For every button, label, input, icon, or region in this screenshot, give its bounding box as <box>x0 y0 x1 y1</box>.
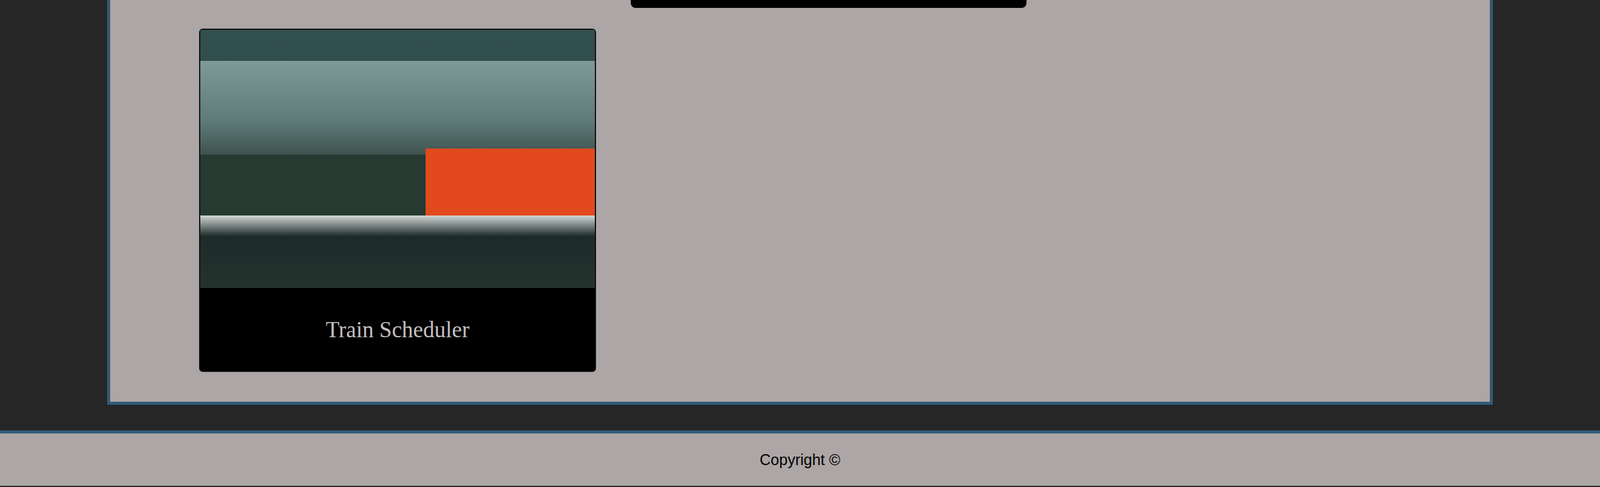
project-list: Train Scheduler <box>110 28 1490 372</box>
copyright-text: Copyright © <box>759 451 841 469</box>
project-image <box>200 29 595 288</box>
main-panel: Train Scheduler <box>107 0 1493 405</box>
top-bar <box>630 0 1027 8</box>
footer: Copyright © <box>0 430 1600 486</box>
project-card[interactable]: Train Scheduler <box>199 28 597 372</box>
project-title[interactable]: Train Scheduler <box>200 287 595 371</box>
